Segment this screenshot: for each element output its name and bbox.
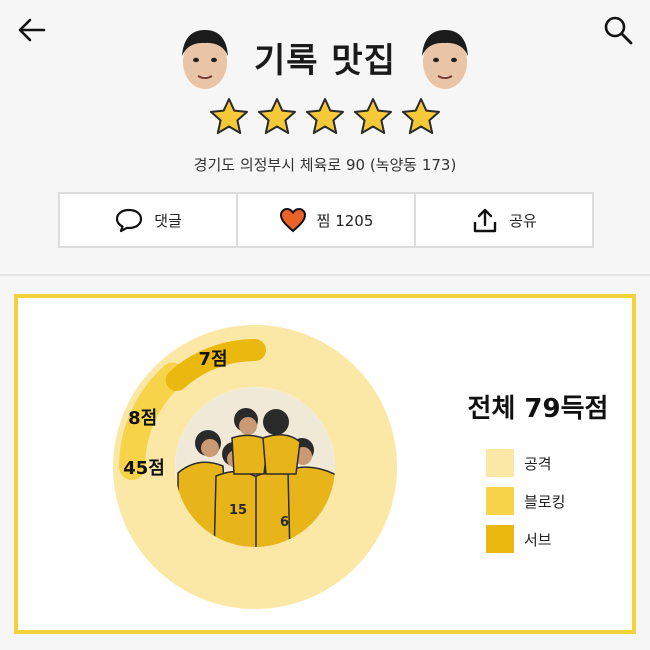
title-row: 기록 맛집 — [0, 22, 650, 92]
speech-bubble-icon — [116, 208, 143, 233]
share-button[interactable]: 공유 — [416, 194, 592, 246]
player-face-image — [409, 22, 480, 92]
legend-item-serve: 서브 — [486, 520, 565, 558]
legend-item-block: 블로킹 — [486, 482, 565, 520]
page-title: 기록 맛집 — [254, 40, 396, 81]
rating-stars — [0, 96, 650, 138]
legend-swatch-block — [486, 487, 514, 515]
like-button[interactable]: 찜 1205 — [238, 194, 416, 246]
chart-legend: 공격 블로킹 서브 — [486, 444, 565, 558]
svg-text:15: 15 — [229, 503, 247, 518]
legend-label-serve: 서브 — [524, 530, 552, 549]
share-upload-icon — [473, 208, 497, 233]
star-icon — [306, 98, 344, 134]
share-label: 공유 — [509, 211, 537, 230]
star-icon — [210, 98, 248, 134]
legend-label-block: 블로킹 — [524, 492, 566, 511]
star-icon — [258, 98, 296, 134]
stats-panel: 15 6 8점 7점 45점 전체 79득점 공격 블로킹 서브 — [14, 294, 636, 634]
donut-label-block: 8점 — [128, 408, 157, 429]
heart-icon — [279, 207, 306, 233]
legend-item-attack: 공격 — [486, 444, 565, 482]
donut-label-attack: 45점 — [123, 458, 165, 479]
player-face-image — [170, 22, 241, 92]
action-bar: 댓글 찜 1205 공유 — [58, 192, 594, 248]
star-icon — [402, 98, 440, 134]
comment-label: 댓글 — [154, 211, 182, 230]
legend-swatch-attack — [486, 449, 514, 477]
legend-swatch-serve — [486, 525, 514, 553]
legend-label-attack: 공격 — [524, 454, 552, 473]
comment-button[interactable]: 댓글 — [60, 194, 238, 246]
star-icon — [354, 98, 392, 134]
total-points-title: 전체 79득점 — [467, 394, 609, 424]
donut-label-serve: 7점 — [199, 349, 228, 370]
section-divider — [0, 274, 650, 276]
like-count-label: 찜 1205 — [316, 211, 374, 230]
svg-text:6: 6 — [280, 515, 289, 530]
address-text: 경기도 의정부시 체육로 90 (녹양동 173) — [193, 156, 457, 174]
